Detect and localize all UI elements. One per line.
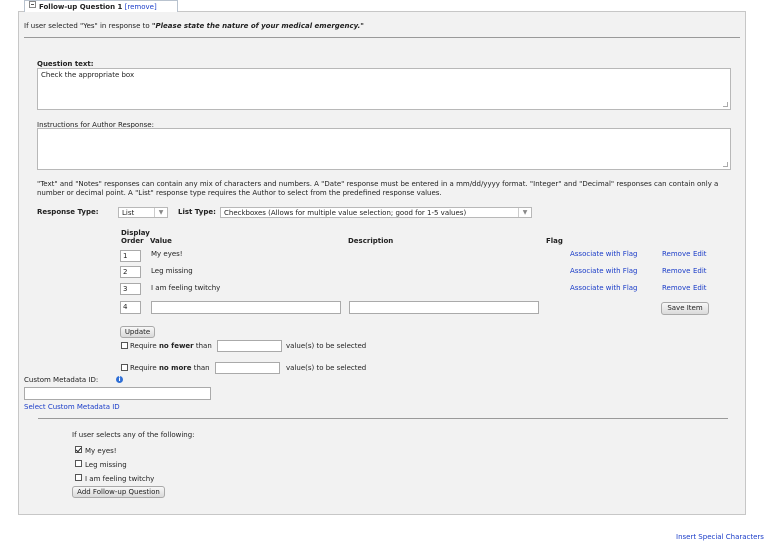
new-value-input[interactable] xyxy=(151,301,341,314)
divider xyxy=(38,418,728,419)
require-no-more-label: Require no more than xyxy=(130,364,210,372)
max-values-tail: value(s) to be selected xyxy=(286,364,367,372)
response-help-text: "Text" and "Notes" responses can contain… xyxy=(37,180,737,198)
new-description-input[interactable] xyxy=(349,301,539,314)
row-value: My eyes! xyxy=(151,250,183,258)
divider xyxy=(24,37,740,38)
remove-item-link[interactable]: Remove xyxy=(662,284,690,292)
chevron-down-icon: ▼ xyxy=(518,208,531,217)
update-button[interactable]: Update xyxy=(120,326,155,338)
option-label: Leg missing xyxy=(85,461,127,469)
max-values-input[interactable] xyxy=(215,362,280,374)
collapse-toggle-icon[interactable] xyxy=(29,1,36,8)
followup-question-tab[interactable]: Follow-up Question 1 [remove] xyxy=(24,0,178,12)
edit-item-link[interactable]: Edit xyxy=(693,250,707,258)
new-order-input[interactable]: 4 xyxy=(120,301,141,314)
tab-title: Follow-up Question 1 xyxy=(39,3,123,11)
header-order: Order xyxy=(121,237,144,245)
require-no-fewer-label: Require no fewer than xyxy=(130,342,212,350)
option-checkbox[interactable] xyxy=(75,446,82,453)
resize-grip-icon[interactable] xyxy=(723,162,728,167)
followup-label: If user selects any of the following: xyxy=(72,431,195,439)
help-line-2: number or decimal point. A "List" respon… xyxy=(37,189,442,197)
question-text-value: Check the appropriate box xyxy=(41,71,135,79)
list-type-label: List Type: xyxy=(178,208,216,216)
associate-flag-link[interactable]: Associate with Flag xyxy=(570,250,638,258)
header-display: Display xyxy=(121,229,150,237)
context-line: If user selected "Yes" in response to "P… xyxy=(24,22,364,30)
response-type-select[interactable]: List ▼ xyxy=(118,207,168,218)
row-value: I am feeling twitchy xyxy=(151,284,221,292)
list-type-value: Checkboxes (Allows for multiple value se… xyxy=(224,209,467,217)
associate-flag-link[interactable]: Associate with Flag xyxy=(570,284,638,292)
info-icon[interactable]: i xyxy=(116,376,123,383)
save-item-button[interactable]: Save Item xyxy=(661,302,709,315)
min-values-tail: value(s) to be selected xyxy=(286,342,367,350)
remove-item-link[interactable]: Remove xyxy=(662,267,690,275)
question-text-area[interactable]: Check the appropriate box xyxy=(37,68,731,110)
option-label: My eyes! xyxy=(85,447,117,455)
metadata-label: Custom Metadata ID: xyxy=(24,376,99,384)
instructions-area[interactable] xyxy=(37,128,731,170)
option-checkbox[interactable] xyxy=(75,460,82,467)
chevron-down-icon: ▼ xyxy=(154,208,167,217)
edit-item-link[interactable]: Edit xyxy=(693,284,707,292)
associate-flag-link[interactable]: Associate with Flag xyxy=(570,267,638,275)
option-checkbox[interactable] xyxy=(75,474,82,481)
header-description: Description xyxy=(348,237,394,245)
add-followup-button[interactable]: Add Follow-up Question xyxy=(72,486,165,498)
require-no-fewer-checkbox[interactable] xyxy=(121,342,128,349)
help-line-1: "Text" and "Notes" responses can contain… xyxy=(37,180,719,188)
edit-item-link[interactable]: Edit xyxy=(693,267,707,275)
metadata-id-input[interactable] xyxy=(24,387,211,400)
order-input[interactable]: 1 xyxy=(120,250,141,262)
header-value: Value xyxy=(150,237,172,245)
row-value: Leg missing xyxy=(151,267,193,275)
option-label: I am feeling twitchy xyxy=(85,475,155,483)
select-metadata-link[interactable]: Select Custom Metadata ID xyxy=(24,403,120,411)
context-question: "Please state the nature of your medical… xyxy=(151,22,364,30)
response-type-label: Response Type: xyxy=(37,208,99,216)
question-text-label: Question text: xyxy=(37,60,94,68)
list-type-select[interactable]: Checkboxes (Allows for multiple value se… xyxy=(220,207,532,218)
require-no-more-checkbox[interactable] xyxy=(121,364,128,371)
min-values-input[interactable] xyxy=(217,340,282,352)
response-type-value: List xyxy=(122,209,135,217)
order-input[interactable]: 2 xyxy=(120,266,141,278)
resize-grip-icon[interactable] xyxy=(723,102,728,107)
header-flag: Flag xyxy=(546,237,563,245)
order-input[interactable]: 3 xyxy=(120,283,141,295)
context-prefix: If user selected "Yes" in response to xyxy=(24,22,152,30)
insert-special-characters-link[interactable]: Insert Special Characters xyxy=(676,533,764,541)
remove-item-link[interactable]: Remove xyxy=(662,250,690,258)
remove-link[interactable]: [remove] xyxy=(125,3,157,11)
